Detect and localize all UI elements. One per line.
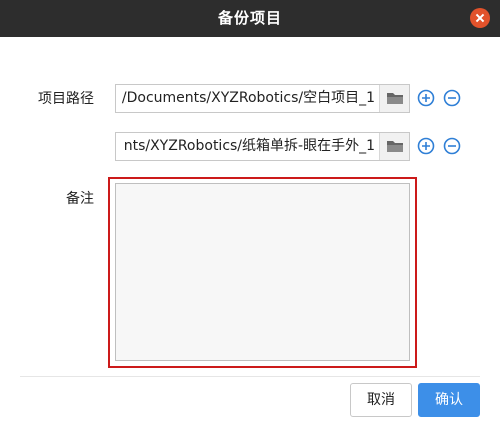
dialog-title: 备份项目 bbox=[217, 9, 282, 27]
project-path-value-2: nts/XYZRobotics/纸箱单拆-眼在手外_1 bbox=[123, 138, 375, 154]
add-path-icon[interactable] bbox=[417, 89, 435, 107]
folder-icon bbox=[387, 93, 403, 104]
cancel-button[interactable]: 取消 bbox=[350, 383, 412, 417]
project-path-value-1: /Documents/XYZRobotics/空白项目_1 bbox=[121, 90, 375, 106]
dialog-titlebar: 备份项目 bbox=[0, 0, 500, 37]
project-path-label: 项目路径 bbox=[38, 91, 94, 107]
remove-path-icon[interactable] bbox=[443, 137, 461, 155]
footer-divider bbox=[20, 376, 480, 377]
add-path-icon[interactable] bbox=[417, 137, 435, 155]
confirm-button[interactable]: 确认 bbox=[418, 383, 480, 417]
browse-folder-button-1[interactable] bbox=[379, 85, 409, 112]
browse-folder-button-2[interactable] bbox=[379, 133, 409, 160]
folder-icon bbox=[387, 141, 403, 152]
note-label: 备注 bbox=[66, 191, 94, 207]
note-textarea[interactable] bbox=[115, 183, 410, 361]
close-icon[interactable] bbox=[470, 8, 490, 28]
project-path-field-1[interactable]: /Documents/XYZRobotics/空白项目_1 bbox=[115, 84, 410, 113]
remove-path-icon[interactable] bbox=[443, 89, 461, 107]
project-path-field-2[interactable]: nts/XYZRobotics/纸箱单拆-眼在手外_1 bbox=[115, 132, 410, 161]
